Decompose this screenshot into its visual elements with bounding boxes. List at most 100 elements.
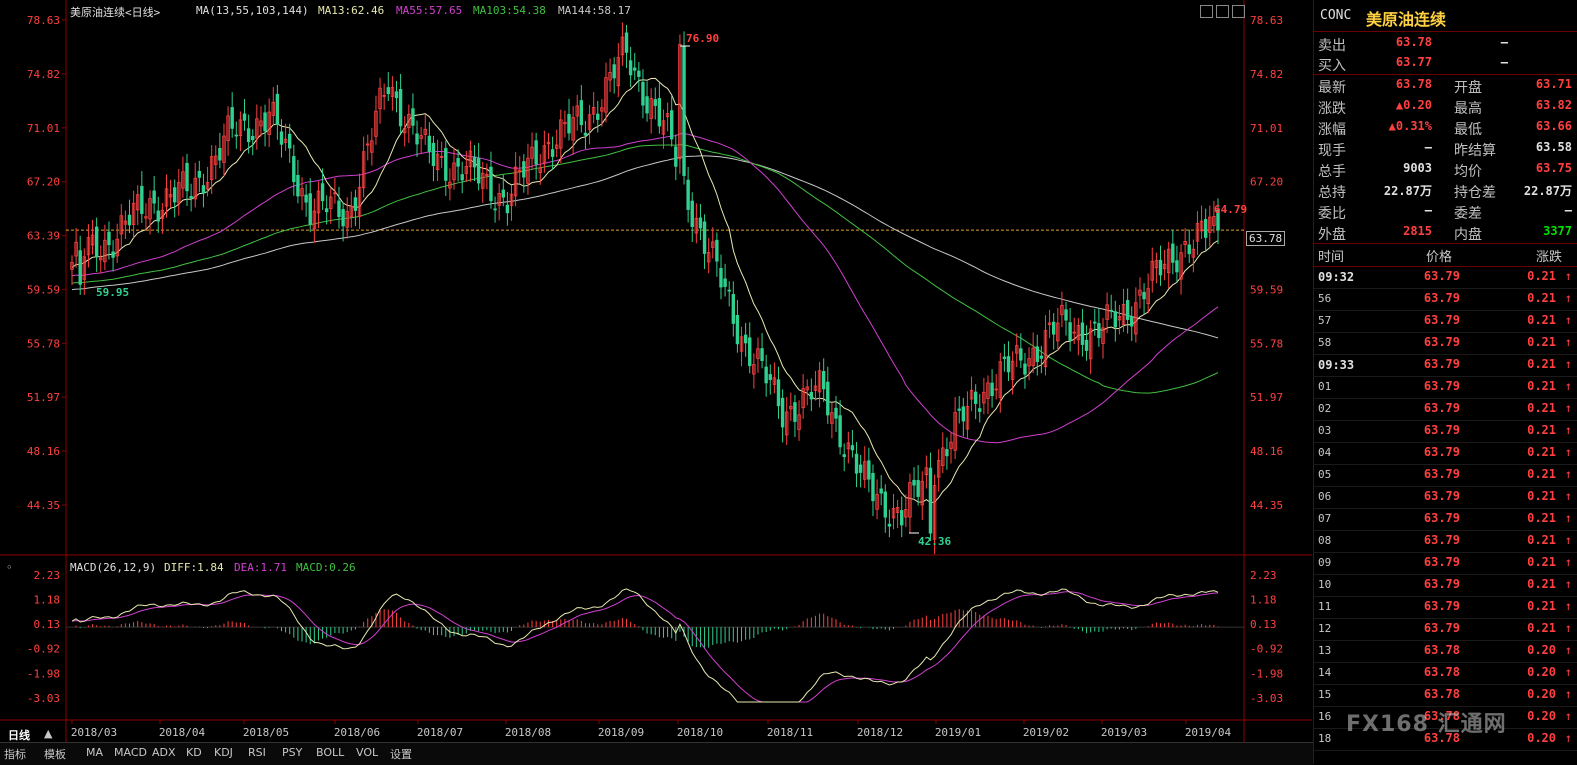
chart-area[interactable]: 78.63 78.63 74.82 74.82 71.01 71.01 67.20 67.20… — [0, 0, 1312, 764]
macd-value-label: MACD:0.26 — [296, 561, 356, 574]
candle-body — [107, 231, 111, 246]
candle-body — [916, 480, 920, 497]
price-axis-label-right: 67.20 — [1250, 176, 1283, 189]
price-axis-label: 59.59 — [27, 283, 60, 296]
tick-price: 63.79 — [1423, 335, 1460, 349]
candle-body — [1175, 260, 1179, 273]
quote-value: 63.58 — [1535, 140, 1572, 154]
candle-body — [476, 158, 481, 184]
tab-template[interactable]: 模板 — [44, 746, 66, 762]
tick-row: 05 63.79 0.21 ↑ — [1314, 464, 1577, 487]
quote-label: 最新 — [1318, 80, 1346, 96]
quote-label: 委差 — [1454, 206, 1482, 222]
up-arrow-icon: ↑ — [1564, 423, 1572, 437]
candle-body — [550, 149, 555, 157]
candle-body — [456, 158, 460, 167]
candle-body — [1035, 346, 1039, 362]
tick-row: 01 63.79 0.21 ↑ — [1314, 376, 1577, 399]
minimize-icon[interactable] — [1200, 5, 1213, 18]
candle-body — [809, 391, 814, 400]
tick-price: 63.79 — [1423, 445, 1460, 459]
quote-value: 22.87万 — [1523, 184, 1572, 198]
tick-time: 08 — [1318, 534, 1332, 547]
tick-time: 10 — [1318, 578, 1332, 591]
sell-row: 卖出 63.78 — — [1314, 35, 1577, 55]
tick-change: 0.21 — [1527, 621, 1556, 635]
tick-price: 63.79 — [1423, 577, 1460, 591]
tick-price: 63.79 — [1423, 511, 1460, 525]
tab-settings[interactable]: 设置 — [390, 746, 412, 762]
candle-body — [501, 189, 505, 198]
ma103-line — [71, 144, 1219, 394]
candle-body — [850, 445, 855, 451]
up-arrow-icon: ↑ — [1564, 687, 1572, 701]
period-dropdown-icon[interactable]: ▲ — [44, 727, 52, 740]
tab-adx[interactable]: ADX — [152, 746, 176, 759]
restore-icon[interactable] — [1216, 5, 1229, 18]
macd-settings-icon[interactable]: ◦ — [6, 561, 13, 574]
tick-header-change: 涨跌 — [1536, 250, 1563, 265]
tab-kdj[interactable]: KDJ — [214, 746, 233, 759]
quote-value: 2815 — [1403, 224, 1432, 238]
tab-psy[interactable]: PSY — [282, 746, 302, 759]
candle-body — [669, 110, 674, 140]
macd-axis-label: -0.92 — [27, 643, 60, 656]
ma55-line — [71, 133, 1219, 444]
candle-body — [1187, 244, 1191, 255]
candle-body — [522, 161, 526, 178]
candle-body — [887, 523, 892, 527]
candle-body — [197, 170, 202, 178]
buy-row: 买入 63.77 — — [1314, 55, 1577, 75]
candle-body — [719, 267, 723, 288]
low-annotation: 42.36 — [918, 535, 952, 548]
tick-row: 04 63.79 0.21 ↑ — [1314, 442, 1577, 465]
tab-boll[interactable]: BOLL — [316, 746, 344, 759]
tab-rsi[interactable]: RSI — [248, 746, 266, 759]
period-tab-daily[interactable]: 日线 — [8, 727, 30, 743]
tick-row: 09:32 63.79 0.21 ↑ — [1314, 266, 1577, 289]
macd-axis-label-right: -0.92 — [1250, 643, 1283, 656]
candle-body — [1084, 339, 1089, 351]
early-low-annotation: 59.95 — [96, 286, 130, 299]
dea-label: DEA:1.71 — [234, 561, 287, 574]
tab-vol[interactable]: VOL — [356, 746, 378, 759]
quote-value: — — [1424, 140, 1432, 154]
candle-body — [1142, 291, 1146, 300]
tab-ma[interactable]: MA — [86, 746, 103, 759]
tick-price: 63.79 — [1423, 467, 1460, 481]
sell-price: 63.78 — [1395, 35, 1432, 49]
tab-macd[interactable]: MACD — [114, 746, 147, 759]
quote-row: 涨幅 ▲0.31% 最低 63.66 — [1314, 119, 1577, 139]
quote-label: 持仓差 — [1454, 185, 1496, 201]
candle-body — [415, 133, 419, 145]
tick-time: 05 — [1318, 468, 1332, 481]
ma55-label: MA55:57.65 — [396, 4, 463, 17]
candle-body — [579, 100, 584, 126]
tick-change: 0.20 — [1527, 731, 1556, 745]
sell-label: 卖出 — [1318, 38, 1346, 54]
quote-value: — — [1424, 203, 1432, 217]
tick-change: 0.21 — [1527, 401, 1556, 415]
up-arrow-icon: ↑ — [1564, 621, 1572, 635]
candle-body — [472, 156, 477, 168]
candle-body — [337, 200, 341, 218]
tab-kd[interactable]: KD — [186, 746, 202, 759]
tick-list[interactable]: 09:32 63.79 0.21 ↑ 56 63.79 0.21 ↑ 57 63.79 0.21 ↑ 5… — [1314, 266, 1577, 764]
candle-body — [879, 488, 883, 494]
price-axis-label-right: 51.97 — [1250, 391, 1283, 404]
quote-value: 63.71 — [1535, 77, 1572, 91]
tick-change: 0.21 — [1527, 577, 1556, 591]
tick-time: 03 — [1318, 424, 1332, 437]
price-axis-label: 44.35 — [27, 499, 60, 512]
candle-body — [444, 148, 448, 181]
chart-canvas[interactable]: 78.63 78.63 74.82 74.82 71.01 71.01 67.20 67.20… — [0, 0, 1312, 742]
date-axis-label: 2018/11 — [767, 726, 813, 739]
close-icon[interactable] — [1232, 5, 1245, 18]
macd-axis-label-right: 1.18 — [1250, 594, 1277, 607]
price-axis-label: 63.39 — [27, 230, 60, 243]
tick-change: 0.21 — [1527, 599, 1556, 613]
candle-body — [1158, 259, 1163, 276]
tab-indicator[interactable]: 指标 — [4, 746, 26, 762]
tick-time: 09:33 — [1318, 358, 1355, 372]
candle-body — [1002, 356, 1007, 360]
